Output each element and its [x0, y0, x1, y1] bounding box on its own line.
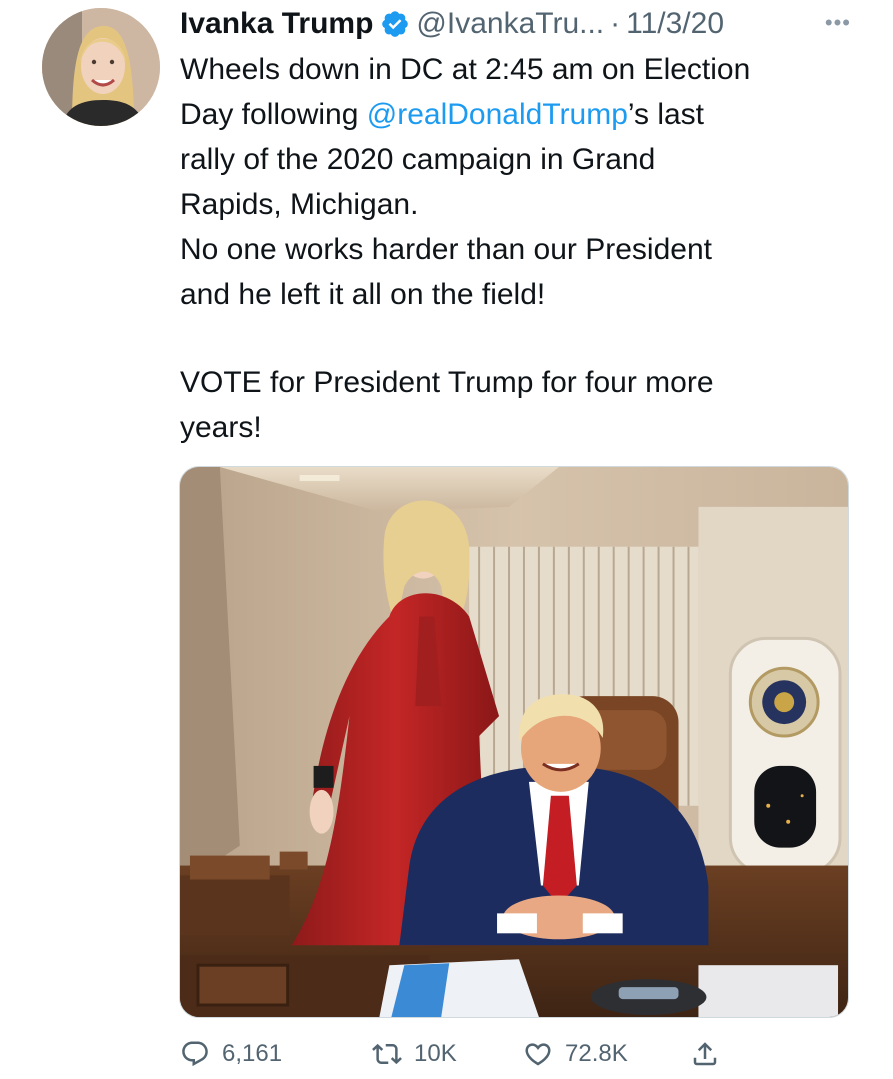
tweet-text-line: and he left it all on the field! — [180, 278, 546, 311]
retweet-icon — [372, 1043, 402, 1065]
tweet-photo[interactable] — [179, 466, 849, 1018]
reply-count: 6,161 — [222, 1040, 283, 1067]
tweet-text-line: Day following @realDonaldTrump’s last — [180, 92, 860, 137]
tweet-date[interactable]: 11/3/20 — [626, 4, 724, 44]
tweet-text-fragment: Day following — [180, 98, 367, 131]
tweet-text-line: rally of the 2020 campaign in Grand — [180, 143, 656, 176]
tweet-text: Wheels down in DC at 2:45 am on Election… — [180, 47, 860, 450]
like-button[interactable]: 72.8K — [523, 1034, 628, 1074]
tweet-text-fragment: ’s last — [627, 98, 705, 131]
tweet-card[interactable]: Ivanka Trump @IvankaTru... · 11/3/20 •••… — [0, 0, 893, 1079]
tweet-text-line: VOTE for President Trump for four more — [180, 366, 714, 399]
mention-link[interactable]: @realDonaldTrump — [367, 98, 628, 131]
retweet-count: 10K — [414, 1040, 457, 1067]
avatar[interactable] — [42, 8, 160, 126]
verified-badge-icon — [380, 9, 410, 39]
share-button[interactable] — [690, 1034, 720, 1074]
reply-button[interactable]: 6,161 — [180, 1034, 282, 1074]
tweet-text-line: No one works harder than our President — [180, 233, 712, 266]
share-icon — [693, 1042, 717, 1066]
tweet-text-line: Wheels down in DC at 2:45 am on Election — [180, 53, 751, 86]
paragraph-break — [180, 317, 860, 360]
tweet-text-line: years! — [180, 411, 262, 444]
more-options-icon[interactable]: ••• — [825, 12, 851, 34]
reply-icon — [182, 1041, 208, 1067]
action-bar: 6,161 10K 72.8K — [0, 1034, 893, 1074]
like-heart-icon — [525, 1043, 551, 1066]
header-separator: · — [610, 7, 621, 40]
author-name[interactable]: Ivanka Trump — [180, 4, 373, 44]
retweet-button[interactable]: 10K — [372, 1034, 457, 1074]
author-handle[interactable]: @IvankaTru... — [416, 4, 604, 44]
tweet-header: Ivanka Trump @IvankaTru... · 11/3/20 — [180, 4, 724, 44]
tweet-text-line: Rapids, Michigan. — [180, 188, 419, 221]
like-count: 72.8K — [565, 1040, 628, 1067]
